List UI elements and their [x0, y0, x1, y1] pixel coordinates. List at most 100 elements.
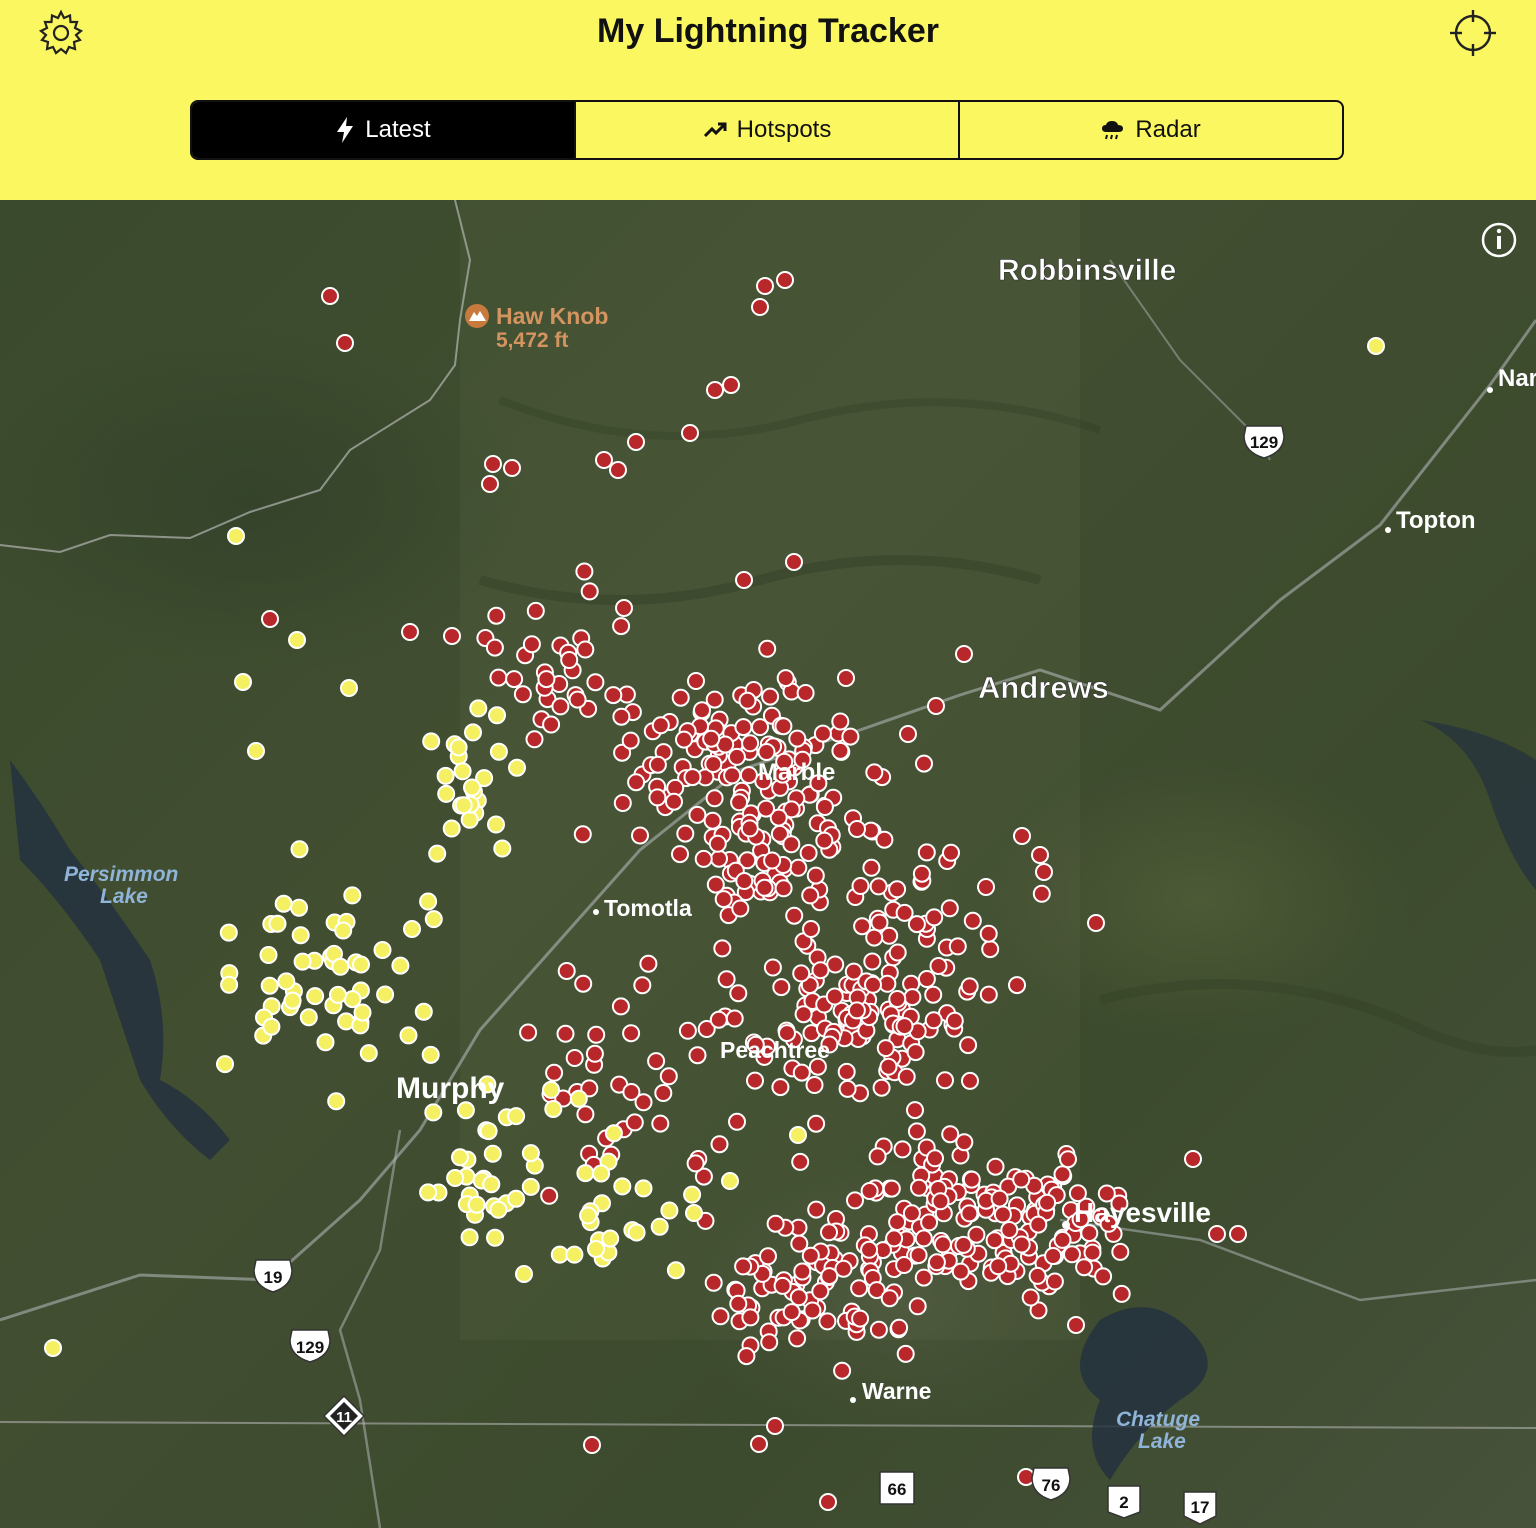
strike-marker [806, 866, 825, 885]
locate-button[interactable] [1448, 8, 1498, 58]
strike-marker [986, 1157, 1005, 1176]
east-lake [1420, 720, 1536, 890]
strike-marker [373, 941, 392, 959]
strike-marker [613, 794, 632, 812]
strike-marker [1053, 1165, 1072, 1184]
strike-marker [906, 1043, 925, 1062]
strike-marker [815, 798, 834, 816]
strike-marker [419, 1183, 438, 1202]
strike-marker [902, 1204, 921, 1223]
strike-marker [216, 1055, 234, 1074]
strike-marker [789, 1126, 807, 1144]
road-shield-label: 11 [336, 1409, 352, 1426]
strike-marker [766, 1214, 785, 1233]
tab-hotspots[interactable]: Hotspots [576, 102, 960, 158]
strike-marker [756, 277, 774, 295]
strike-marker [525, 730, 544, 749]
strike-marker [352, 955, 370, 974]
strike-marker [907, 1122, 926, 1141]
strike-marker [734, 718, 753, 737]
trend-up-icon [703, 122, 727, 138]
strike-marker [329, 985, 347, 1004]
strike-marker [219, 923, 238, 942]
strike-marker [648, 788, 667, 807]
strike-marker [274, 894, 293, 913]
strike-marker [291, 926, 310, 945]
strike-marker [1031, 846, 1049, 864]
strike-marker [885, 1229, 904, 1248]
strike-marker [1035, 863, 1053, 881]
strike-marker [960, 1204, 979, 1223]
strike-marker [464, 723, 482, 742]
place-label: Haw Knob [496, 303, 608, 329]
strike-marker [755, 878, 774, 897]
road-shield-label: 76 [1042, 1476, 1061, 1495]
strike-marker [924, 1011, 943, 1030]
strike-marker [604, 1124, 623, 1143]
strike-marker [479, 1122, 498, 1141]
strike-marker [789, 858, 808, 877]
strike-marker [334, 921, 353, 940]
map-canvas[interactable]: Robbinsville Haw Knob 5,472 ft Nar Topto… [0, 200, 1536, 1528]
strike-marker [910, 1178, 928, 1197]
strike-marker [815, 831, 834, 850]
strike-marker [622, 1024, 641, 1043]
strike-marker [627, 433, 645, 451]
strike-marker [914, 1268, 933, 1287]
strike-marker [865, 928, 884, 947]
tab-latest[interactable]: Latest [192, 102, 576, 158]
strike-marker [521, 1144, 540, 1163]
strike-marker [819, 1493, 837, 1511]
lightning-map[interactable]: Robbinsville Haw Knob 5,472 ft Nar Topto… [0, 200, 1536, 1528]
strike-marker [751, 298, 769, 316]
strike-marker [542, 1080, 560, 1099]
strike-marker [654, 1084, 673, 1102]
road-shield-76: 76 [1031, 1467, 1071, 1501]
strike-marker [483, 1144, 502, 1163]
strike-marker [580, 582, 599, 601]
info-icon-bar [1497, 236, 1501, 249]
strike-marker [1045, 1272, 1064, 1291]
place-label: Nar [1498, 365, 1536, 392]
strike-marker [717, 970, 736, 989]
strike-marker [899, 725, 917, 743]
road-shield-label: 66 [888, 1480, 907, 1499]
strike-marker [634, 1093, 653, 1112]
strike-marker [665, 792, 683, 811]
tab-radar-label: Radar [1135, 116, 1201, 143]
strike-marker [813, 724, 832, 743]
strike-marker [460, 1228, 479, 1247]
strike-marker [634, 1179, 653, 1198]
strike-marker [505, 670, 524, 689]
strike-marker [831, 741, 850, 760]
strike-marker [493, 839, 512, 858]
strike-marker [340, 679, 358, 697]
app-header: My Lightning Tracker Latest Hotspots Rad… [0, 0, 1536, 200]
strike-marker [763, 958, 782, 977]
state-border [0, 200, 472, 554]
strike-marker [611, 997, 630, 1016]
strike-marker [722, 376, 740, 394]
tab-latest-label: Latest [365, 116, 431, 143]
strike-marker [587, 1025, 606, 1044]
strike-marker [1083, 1243, 1102, 1262]
strike-marker [1012, 1170, 1031, 1189]
strike-marker [848, 820, 866, 838]
strike-marker [651, 1114, 670, 1133]
strike-marker [846, 1191, 864, 1210]
strike-marker [299, 1008, 318, 1027]
info-button[interactable] [1481, 222, 1517, 258]
strike-marker [268, 914, 287, 933]
strike-marker [979, 985, 998, 1004]
strike-marker [359, 1044, 378, 1063]
strike-marker [955, 645, 973, 663]
tab-radar[interactable]: Radar [960, 102, 1342, 158]
strike-marker [725, 1009, 744, 1028]
strike-marker [1029, 1215, 1048, 1234]
strike-marker [872, 1078, 891, 1097]
strike-marker [424, 1103, 443, 1122]
strike-marker [879, 1057, 898, 1076]
rain-cloud-icon [1102, 121, 1124, 140]
strike-marker [774, 879, 793, 898]
strike-marker [261, 610, 279, 628]
